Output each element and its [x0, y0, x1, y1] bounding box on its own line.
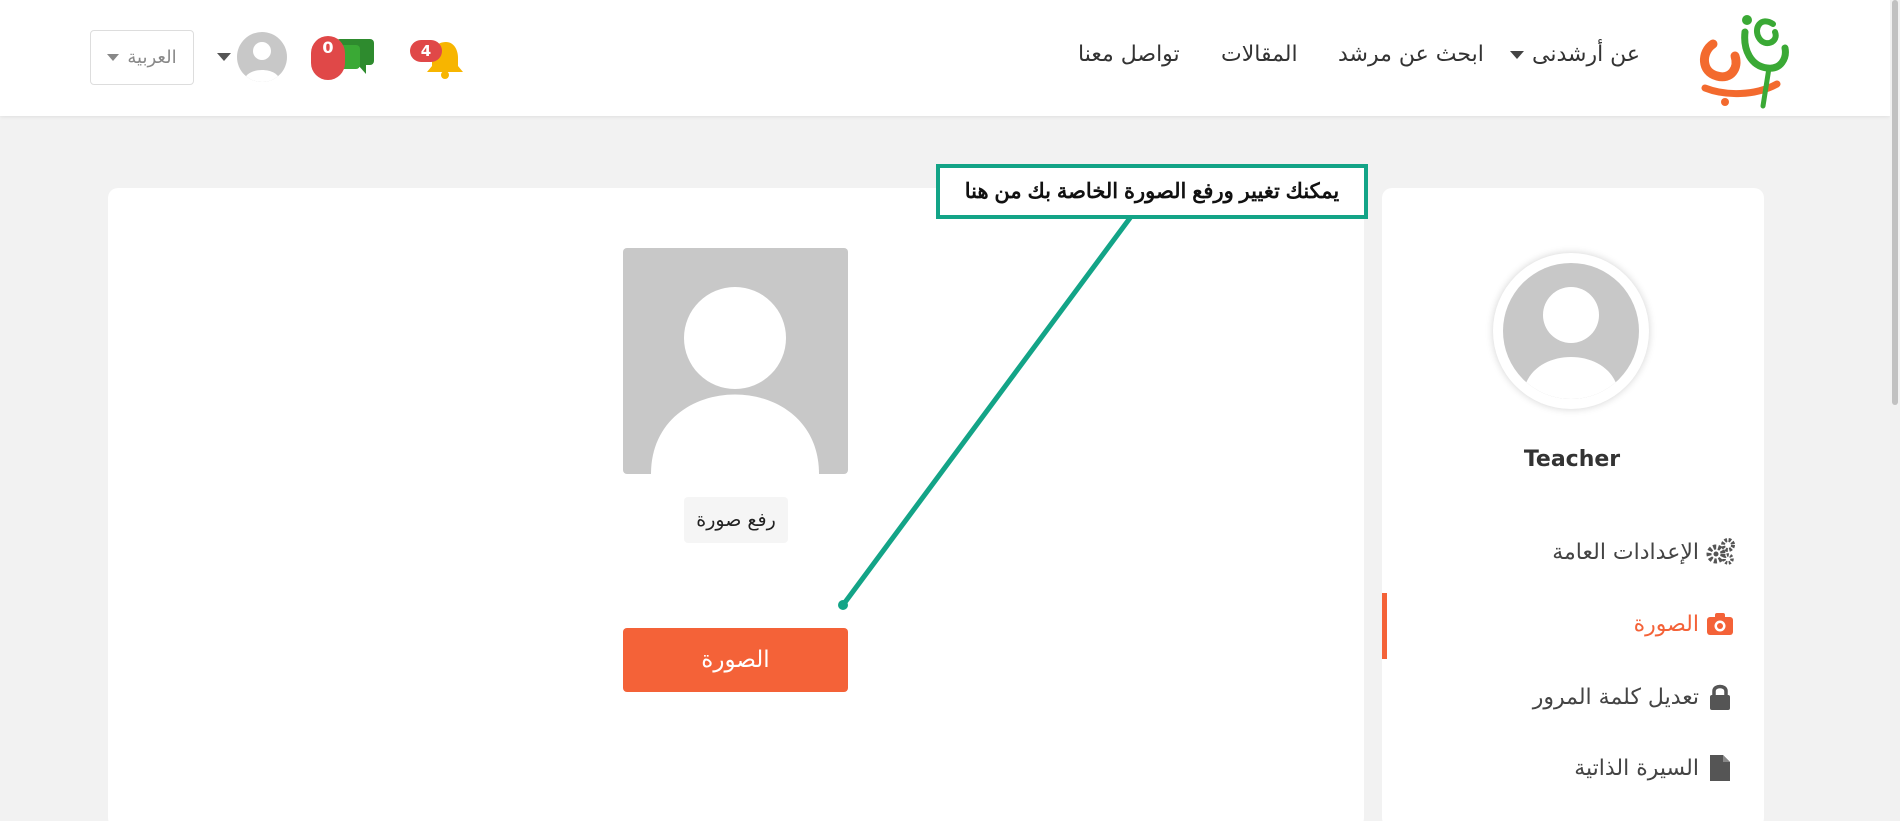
annotation-pointer-line [838, 215, 1133, 610]
annotation-callout: يمكنك تغيير ورفع الصورة الخاصة بك من هنا [936, 164, 1368, 219]
page-scrollbar-thumb[interactable] [1892, 0, 1898, 405]
